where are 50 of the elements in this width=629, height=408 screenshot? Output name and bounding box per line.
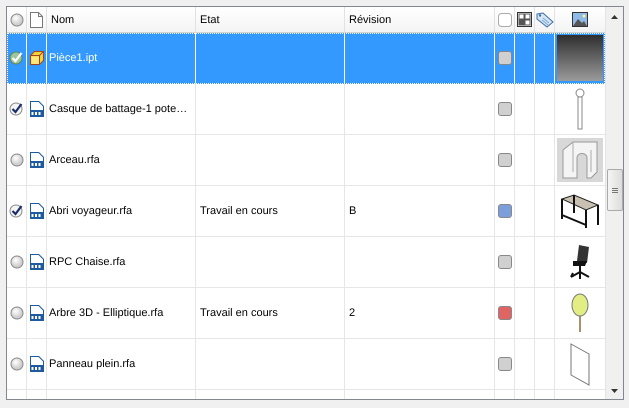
- file-row[interactable]: Arceau.rfa: [7, 135, 606, 186]
- scroll-down-icon[interactable]: [611, 389, 618, 393]
- arch-drawing: [557, 138, 603, 182]
- file-row[interactable]: Panneau plein.rfa: [7, 339, 606, 390]
- checkmark-icon: [9, 204, 24, 218]
- radio-icon: [10, 255, 24, 269]
- file-row[interactable]: Arbre 3D - Elliptique.rfa Travail en cours 2: [7, 288, 606, 339]
- family-file-icon: [28, 152, 44, 168]
- column-header[interactable]: Nom: [51, 14, 74, 26]
- revision-text: 2: [349, 307, 356, 319]
- desk-drawing: [560, 193, 600, 229]
- radio-icon: [10, 153, 24, 167]
- radio-icon: [10, 357, 24, 371]
- column-header[interactable]: Révision: [349, 14, 392, 26]
- document-icon: [30, 12, 43, 28]
- file-name: Pièce1.ipt: [49, 52, 98, 64]
- family-file-icon: [28, 254, 44, 270]
- file-row[interactable]: RPC Chaise.rfa: [7, 237, 606, 288]
- status-text: Travail en cours: [200, 307, 278, 319]
- scrollbar-thumb[interactable]: [606, 169, 623, 211]
- post-drawing: [575, 88, 585, 130]
- family-file-icon: [28, 305, 44, 321]
- family-file-icon: [28, 203, 44, 219]
- checkmark-icon: [9, 102, 24, 116]
- scrollbar[interactable]: [605, 7, 623, 399]
- family-file-icon: [28, 101, 44, 117]
- thumbnail-placeholder: [557, 35, 603, 81]
- radio-icon: [10, 12, 24, 26]
- file-name: Arbre 3D - Elliptique.rfa: [49, 307, 164, 319]
- file-name: Casque de battage-1 pote…: [49, 103, 188, 115]
- cube-icon: [28, 50, 44, 66]
- file-name: Arceau.rfa: [49, 154, 100, 166]
- panel-drawing: [569, 342, 591, 386]
- checkmark-icon: [9, 51, 24, 65]
- scroll-up-icon[interactable]: [611, 15, 618, 19]
- file-name: RPC Chaise.rfa: [49, 256, 126, 268]
- file-row[interactable]: Abri voyageur.rfa Travail en cours B: [7, 186, 606, 237]
- column-header[interactable]: Etat: [200, 14, 220, 26]
- tree-drawing: [571, 293, 589, 333]
- file-row[interactable]: Casque de battage-1 pote…: [7, 84, 606, 135]
- family-file-icon: [28, 356, 44, 372]
- tag-icon: [536, 12, 554, 28]
- radio-icon: [10, 306, 24, 320]
- image-icon: [572, 12, 588, 27]
- revision-text: B: [349, 205, 356, 217]
- square-icon: [498, 12, 512, 26]
- status-text: Travail en cours: [200, 205, 278, 217]
- file-name: Panneau plein.rfa: [49, 358, 136, 370]
- file-name: Abri voyageur.rfa: [49, 205, 132, 217]
- grid-icon: [517, 12, 532, 27]
